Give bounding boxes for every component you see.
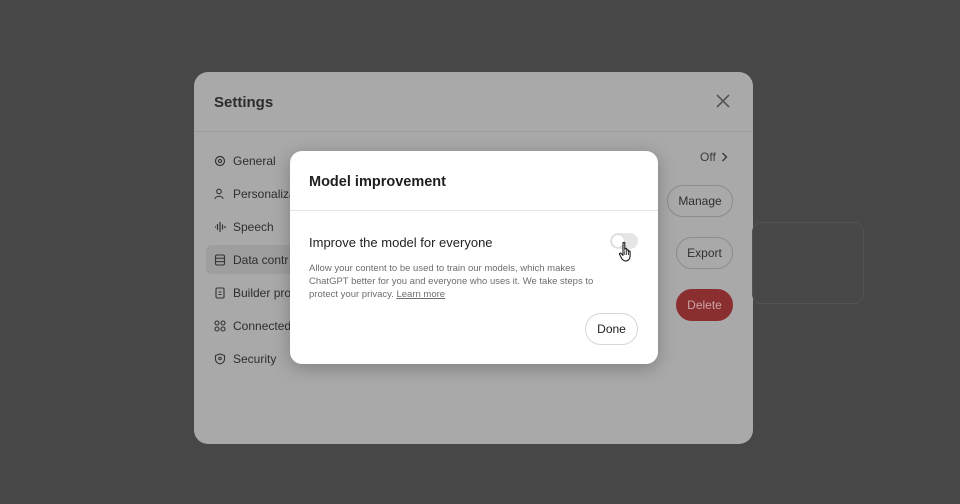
manage-button[interactable]: Manage [667,185,733,217]
database-icon [214,253,226,266]
nav-item-label: General [233,153,276,168]
model-improvement-setting[interactable]: Off [700,150,729,164]
settings-header: Settings [194,72,753,132]
nav-item-label: Personaliza [233,186,296,201]
nav-item-label: Data contr [233,252,289,267]
description-text: Allow your content to be used to train o… [309,263,594,300]
model-improvement-dialog: Model improvement Improve the model for … [290,151,658,364]
modal-header: Model improvement [290,151,658,211]
nav-item-label: Security [233,351,277,366]
shield-icon [214,352,226,365]
hand-pointer-icon [618,241,631,262]
background-card [752,222,864,304]
id-card-icon [215,286,225,299]
toggle-label: Improve the model for everyone [309,235,493,250]
close-icon[interactable] [714,92,732,110]
modal-title: Model improvement [309,174,446,190]
export-button[interactable]: Export [676,237,733,269]
nav-item-label: Connected [233,318,292,333]
apps-icon [214,319,226,332]
person-icon [214,188,224,199]
done-button[interactable]: Done [585,313,638,345]
learn-more-link[interactable]: Learn more [396,289,445,300]
nav-item-label: Speech [233,219,274,234]
gear-icon [214,155,226,166]
settings-title: Settings [214,94,274,111]
toggle-description: Allow your content to be used to train o… [309,262,609,301]
delete-button[interactable]: Delete [676,289,733,321]
waveform-icon [215,221,226,232]
off-value: Off [700,150,716,164]
chevron-right-icon [721,152,728,162]
nav-item-label: Builder pro [233,285,292,300]
